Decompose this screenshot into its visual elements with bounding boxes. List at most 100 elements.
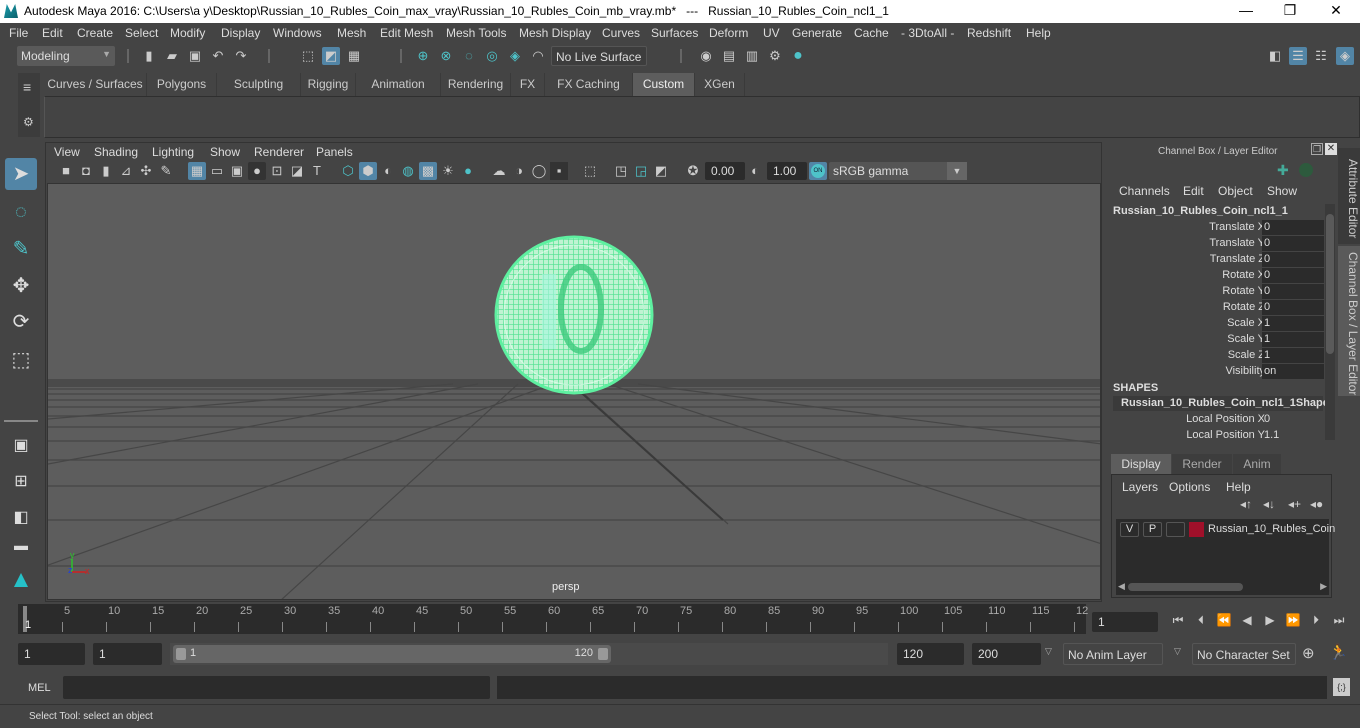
mel-input[interactable] <box>63 676 490 699</box>
wireframe-icon[interactable]: ⬡ <box>339 162 357 180</box>
vp-menu-panels[interactable]: Panels <box>316 145 353 159</box>
menu-surfaces[interactable]: Surfaces <box>651 26 698 40</box>
channel-row-rotate-y[interactable]: Rotate Y0 <box>1107 284 1327 300</box>
cb-menu-edit[interactable]: Edit <box>1183 184 1204 198</box>
tab-attribute-editor[interactable]: Attribute Editor <box>1338 148 1360 244</box>
new-empty-layer-icon[interactable]: ◂+ <box>1288 497 1301 511</box>
scale-tool-button[interactable]: ⬚ <box>5 344 37 376</box>
step-forward-key-icon[interactable]: ⏩ <box>1285 612 1301 628</box>
animation-end-field[interactable]: 200 <box>972 643 1041 665</box>
channel-value[interactable]: 0 <box>1262 268 1324 283</box>
camera-select-icon[interactable]: ■ <box>57 162 75 180</box>
minimize-button[interactable]: — <box>1236 2 1256 20</box>
layer-playback-toggle[interactable]: P <box>1143 522 1162 537</box>
layer-color-swatch[interactable] <box>1189 522 1204 537</box>
step-forward-frame-icon[interactable]: ⏵ <box>1308 612 1324 628</box>
menu-help[interactable]: Help <box>1026 26 1051 40</box>
channel-value[interactable]: 0 <box>1262 236 1324 251</box>
mel-label[interactable]: MEL <box>28 682 51 694</box>
shadows-icon[interactable]: ● <box>459 162 477 180</box>
channel-box-scrollbar[interactable] <box>1325 204 1335 440</box>
resolution-gate-icon[interactable]: ▣ <box>228 162 246 180</box>
use-all-lights-icon[interactable]: ☀ <box>439 162 457 180</box>
modeling-toolkit-icon[interactable]: ◧ <box>1266 47 1284 65</box>
channel-row-scale-y[interactable]: Scale Y1 <box>1107 332 1327 348</box>
menu-select[interactable]: Select <box>125 26 158 40</box>
channel-row-translate-z[interactable]: Translate Z0 <box>1107 252 1327 268</box>
menu-uv[interactable]: UV <box>763 26 780 40</box>
float-panel-icon[interactable]: ❐ <box>1311 143 1323 155</box>
color-management-toggle[interactable]: ON <box>809 162 827 180</box>
image-plane-icon[interactable]: ⊿ <box>117 162 135 180</box>
channel-row-scale-x[interactable]: Scale X1 <box>1107 316 1327 332</box>
maximize-button[interactable]: ❐ <box>1280 2 1300 20</box>
ipr-render-icon[interactable]: ▥ <box>743 47 761 65</box>
shelf-tab-custom[interactable]: Custom <box>633 73 695 96</box>
menu-cache[interactable]: Cache <box>854 26 889 40</box>
motion-blur-icon[interactable]: ◑ <box>510 162 528 180</box>
vp-menu-renderer[interactable]: Renderer <box>254 145 304 159</box>
cb-menu-channels[interactable]: Channels <box>1119 184 1170 198</box>
manipulator-icon[interactable]: ✚ <box>1277 162 1289 179</box>
script-editor-icon[interactable]: {;} <box>1333 678 1350 696</box>
shelf-tab-polygons[interactable]: Polygons <box>147 73 217 96</box>
screen-space-ao-icon[interactable]: ☁ <box>490 162 508 180</box>
channel-value[interactable]: on <box>1262 364 1324 379</box>
select-component-icon[interactable]: ▦ <box>345 47 363 65</box>
menu-3dtoall[interactable]: - 3DtoAll - <box>901 26 954 40</box>
xray-joints-icon[interactable]: ◲ <box>632 162 650 180</box>
move-layer-down-icon[interactable]: ◂↓ <box>1263 497 1275 511</box>
save-scene-icon[interactable]: ▣ <box>186 47 204 65</box>
character-set-dropdown[interactable]: No Character Set <box>1192 643 1296 665</box>
vp-menu-shading[interactable]: Shading <box>94 145 138 159</box>
move-layer-up-icon[interactable]: ◂↑ <box>1240 497 1252 511</box>
safe-title-icon[interactable]: T <box>308 162 326 180</box>
channel-box-toggle-icon[interactable]: ◈ <box>1336 47 1354 65</box>
gamma-field[interactable]: 1.00 <box>767 162 807 180</box>
menu-deform[interactable]: Deform <box>709 26 748 40</box>
channel-value[interactable]: 1 <box>1262 332 1324 347</box>
field-chart-icon[interactable]: ⊡ <box>268 162 286 180</box>
step-back-key-icon[interactable]: ⏪ <box>1216 612 1232 628</box>
default-lighting-icon[interactable]: ◐ <box>379 162 397 180</box>
play-backward-icon[interactable]: ◀ <box>1239 612 1255 628</box>
isolate-select-icon[interactable]: ⬚ <box>581 162 599 180</box>
layer-menu-layers[interactable]: Layers <box>1122 480 1158 494</box>
layer-list-hscrollbar[interactable]: ◀ ▶ <box>1116 581 1329 593</box>
channel-row-local-position-y[interactable]: Local Position Y 1.1 <box>1107 428 1327 444</box>
2d-pan-zoom-icon[interactable]: ✣ <box>137 162 155 180</box>
range-start-handle[interactable] <box>176 648 186 660</box>
attribute-editor-toggle-icon[interactable]: ☰ <box>1289 47 1307 65</box>
snap-grid-icon[interactable]: ⊕ <box>414 47 432 65</box>
step-back-frame-icon[interactable]: ⏴ <box>1193 612 1209 628</box>
scrollbar-thumb[interactable] <box>1326 214 1334 354</box>
shelf-settings-gear-icon[interactable]: ⚙ <box>23 115 34 129</box>
shape-name-row[interactable]: Russian_10_Rubles_Coin_ncl1_1Shape <box>1113 396 1329 411</box>
wireframe-on-shaded-icon[interactable]: ◍ <box>399 162 417 180</box>
layer-display-type-toggle[interactable] <box>1166 522 1185 537</box>
shelf-tab-rigging[interactable]: Rigging <box>301 73 356 96</box>
shelf-tab-curves-surfaces[interactable]: Curves / Surfaces <box>44 73 147 96</box>
colorspace-dropdown[interactable]: sRGB gamma ▼ <box>829 162 967 180</box>
undo-icon[interactable]: ↶ <box>209 47 227 65</box>
grid-toggle-icon[interactable]: ▦ <box>188 162 206 180</box>
playback-end-field[interactable]: 120 <box>897 643 964 665</box>
hypershade-icon[interactable]: ● <box>789 47 807 65</box>
select-tool-button[interactable]: ➤ <box>5 158 37 190</box>
exposure-field[interactable]: 0.00 <box>705 162 745 180</box>
channel-row-rotate-x[interactable]: Rotate X0 <box>1107 268 1327 284</box>
menu-file[interactable]: File <box>9 26 28 40</box>
layer-menu-options[interactable]: Options <box>1169 480 1210 494</box>
shelf-tab-animation[interactable]: Animation <box>356 73 441 96</box>
shelf-tab-xgen[interactable]: XGen <box>695 73 745 96</box>
gate-mask-icon[interactable]: ● <box>248 162 266 180</box>
animation-preferences-icon[interactable]: 🏃 <box>1329 643 1348 661</box>
channel-row-local-position-x[interactable]: Local Position X0 <box>1107 412 1327 428</box>
close-panel-icon[interactable]: ✕ <box>1325 143 1337 155</box>
single-view-layout-button[interactable]: ▣ <box>5 430 37 462</box>
rotate-tool-button[interactable]: ⟳ <box>5 306 37 338</box>
playback-start-field[interactable]: 1 <box>93 643 162 665</box>
channel-row-translate-x[interactable]: Translate X0 <box>1107 220 1327 236</box>
vp-menu-view[interactable]: View <box>54 145 80 159</box>
shelf-menu-icon[interactable]: ≡ <box>23 79 31 95</box>
